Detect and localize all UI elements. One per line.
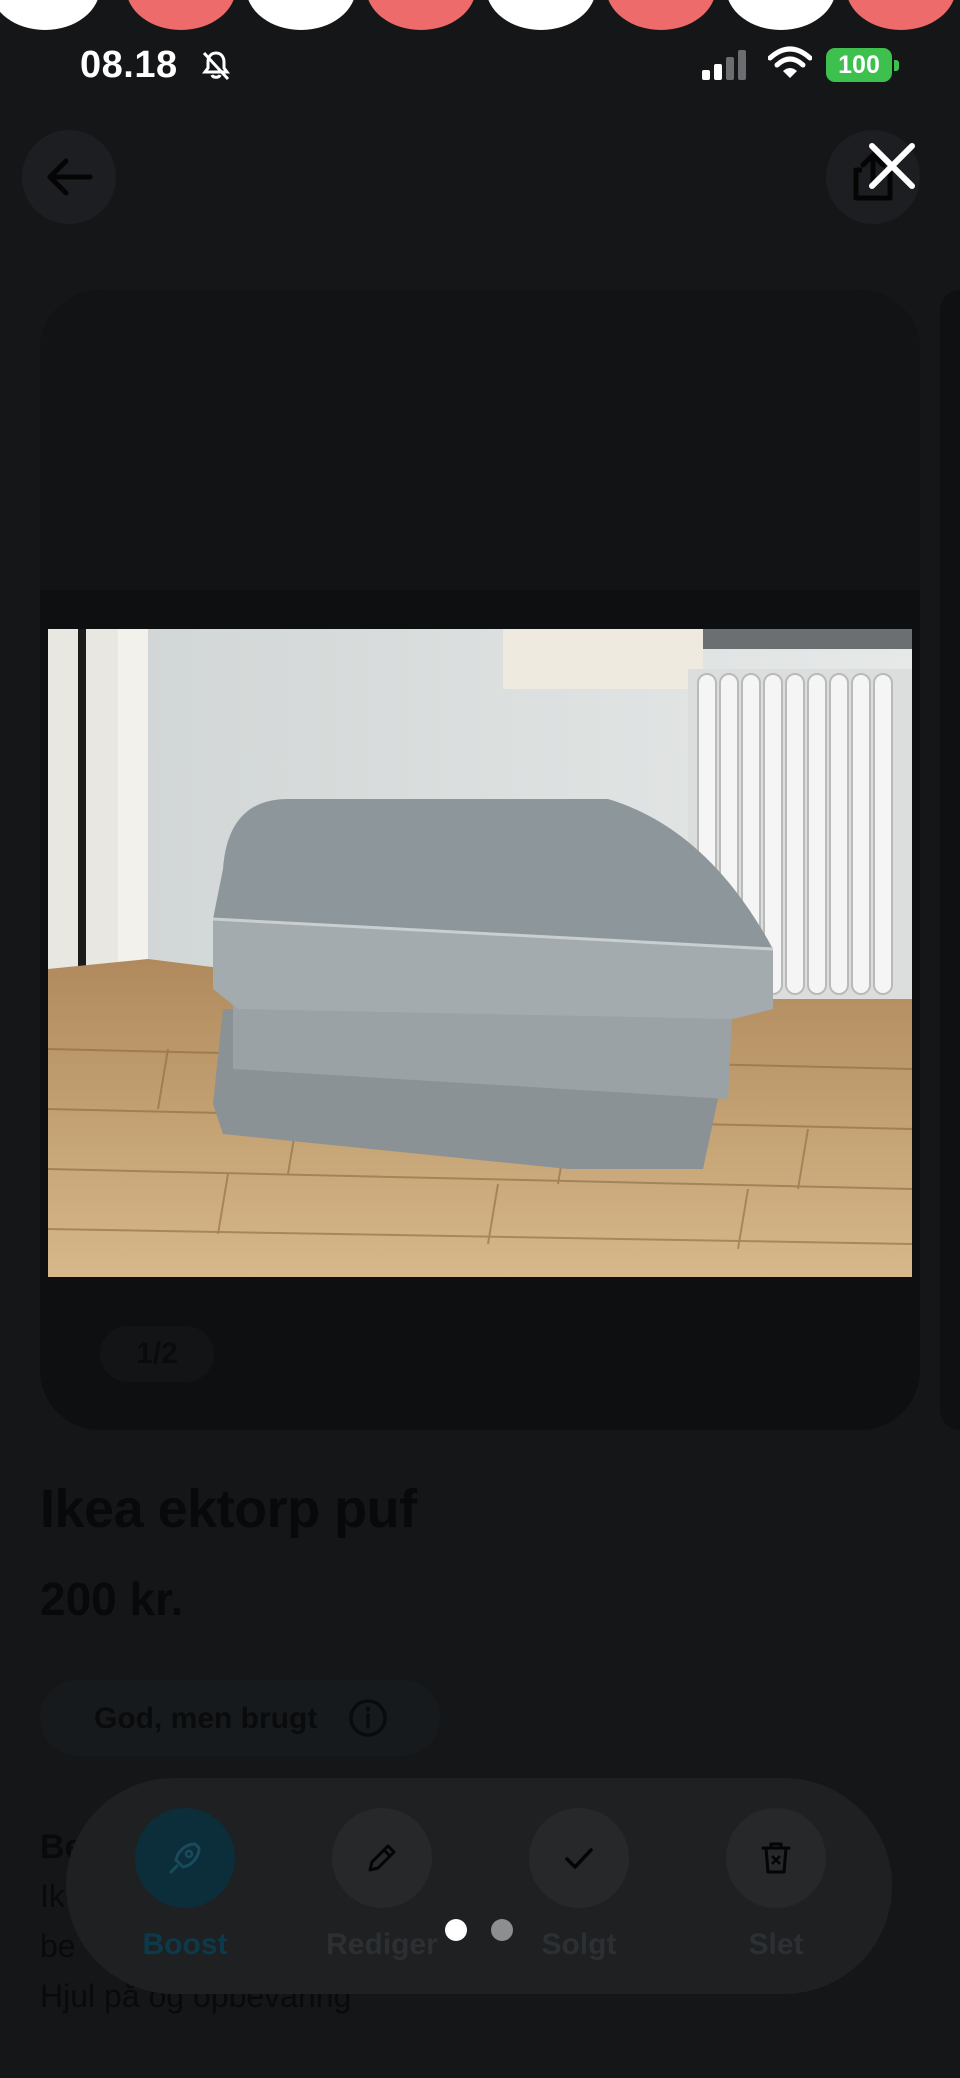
sold-label: Solgt — [541, 1928, 617, 1961]
cellular-signal-icon — [702, 50, 746, 80]
decor-circle — [126, 0, 236, 30]
check-icon — [565, 1848, 593, 1869]
sold-circle — [529, 1808, 629, 1908]
pager-dot-active[interactable] — [445, 1919, 467, 1941]
decor-circle — [726, 0, 836, 30]
rocket-icon — [169, 1842, 201, 1874]
gallery-backdrop — [40, 290, 920, 590]
decor-circle — [846, 0, 956, 30]
back-button[interactable] — [22, 130, 116, 224]
arrow-left-icon — [47, 158, 93, 196]
next-image-peek — [940, 290, 960, 1430]
condition-label: God, men brugt — [94, 1702, 318, 1735]
decor-circle — [366, 0, 476, 30]
sold-button[interactable]: Solgt — [514, 1808, 644, 1978]
listing-action-bar: Boost Rediger Solgt Slet — [66, 1778, 892, 1994]
battery-tip — [894, 60, 899, 71]
pencil-icon — [368, 1844, 396, 1872]
decor-circle — [0, 0, 100, 30]
pager-dot[interactable] — [491, 1919, 513, 1941]
description-line: be — [40, 1928, 76, 1964]
decor-circle — [486, 0, 596, 30]
listing-title: Ikea ektorp puf — [40, 1479, 417, 1539]
boost-label: Boost — [142, 1928, 228, 1961]
battery-indicator: 100 — [826, 48, 892, 82]
ottoman-photo — [48, 629, 912, 1277]
status-time: 08.18 — [80, 44, 178, 86]
listing-price: 200 kr. — [40, 1573, 184, 1625]
description-line: Ik — [40, 1878, 65, 1914]
decorative-circles — [0, 0, 960, 30]
condition-chip[interactable]: God, men brugt — [40, 1680, 440, 1756]
edit-circle — [332, 1808, 432, 1908]
image-counter: 1/2 — [100, 1326, 214, 1382]
delete-circle — [726, 1808, 826, 1908]
trash-icon — [761, 1842, 791, 1874]
status-bar: 08.18 100 — [0, 40, 960, 90]
bell-muted-icon — [202, 51, 230, 81]
photo-pager — [445, 1919, 517, 1941]
close-icon[interactable] — [862, 136, 922, 196]
boost-circle — [135, 1808, 235, 1908]
boost-button[interactable]: Boost — [120, 1808, 250, 1978]
decor-circle — [606, 0, 716, 30]
delete-button[interactable]: Slet — [711, 1808, 841, 1978]
delete-label: Slet — [748, 1928, 804, 1961]
edit-label: Rediger — [326, 1928, 438, 1961]
info-icon[interactable] — [348, 1698, 388, 1738]
edit-button[interactable]: Rediger — [317, 1808, 447, 1978]
wifi-icon — [768, 46, 812, 78]
listing-photo[interactable] — [48, 629, 912, 1277]
decor-circle — [246, 0, 356, 30]
